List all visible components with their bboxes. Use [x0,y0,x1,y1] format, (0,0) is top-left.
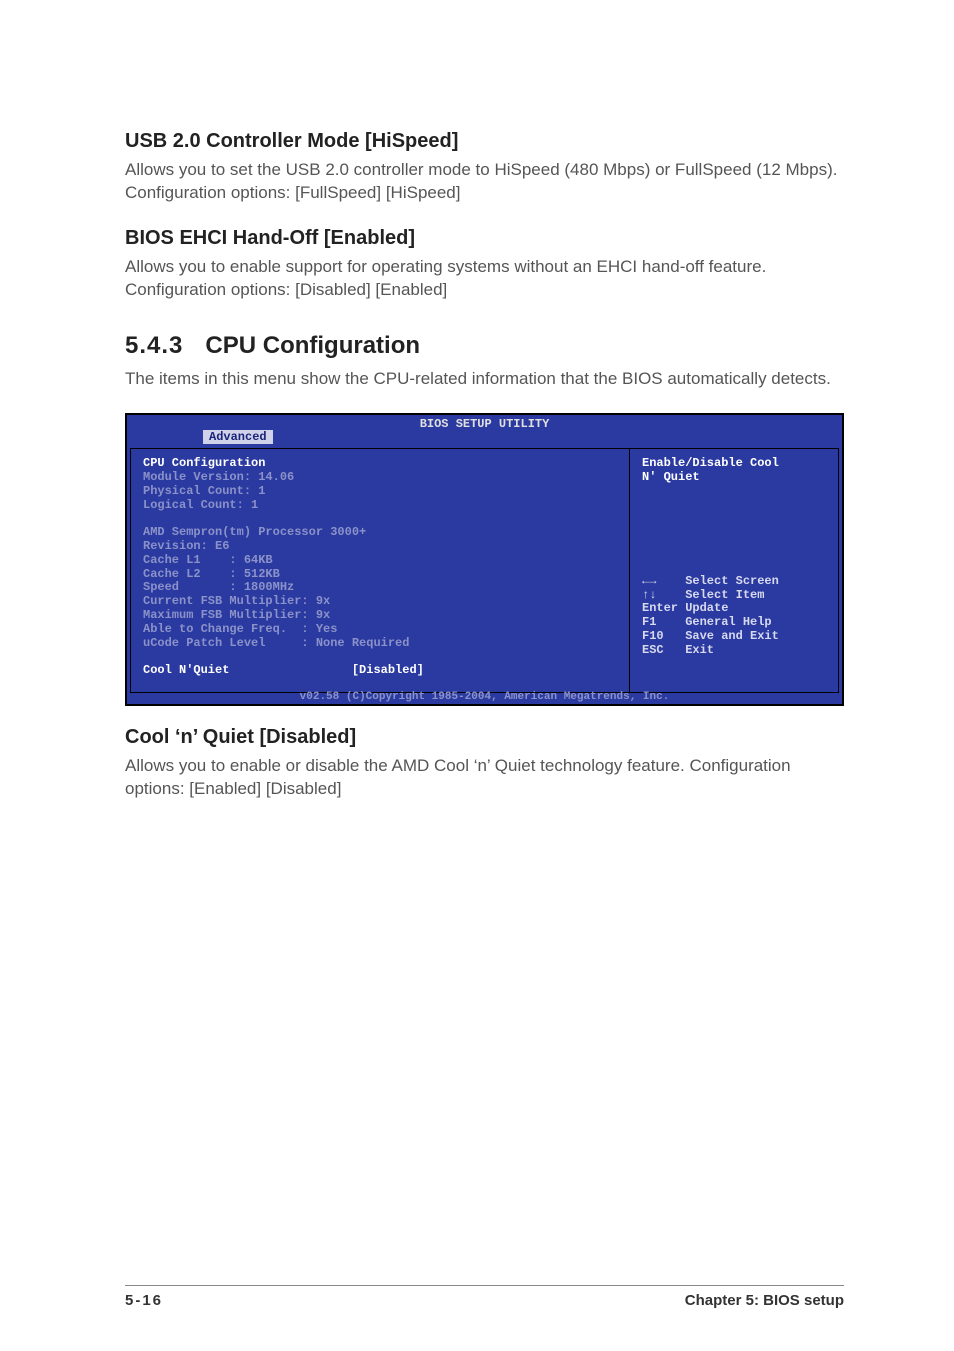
bios-physical-count: Physical Count: 1 [143,485,619,499]
chapter-label: Chapter 5: BIOS setup [685,1292,844,1309]
bios-title: BIOS SETUP UTILITY [127,415,842,432]
bios-key-select-screen: ←→ Select Screen [642,575,828,589]
bios-cache-l1: Cache L1 : 64KB [143,554,619,568]
bios-revision: Revision: E6 [143,540,619,554]
bios-processor: AMD Sempron(tm) Processor 3000+ [143,526,619,540]
bios-tab-advanced: Advanced [203,430,273,444]
bios-cpu-config-label: CPU Configuration [143,457,619,471]
bios-blank [143,650,619,664]
bios-screenshot: BIOS SETUP UTILITY Advanced CPU Configur… [125,413,844,706]
bios-left-pane: CPU Configuration Module Version: 14.06 … [131,449,630,692]
bios-help-line2: N' Quiet [642,471,828,485]
bios-cool-n-quiet-row: Cool N'Quiet [Disabled] [143,664,619,678]
section-number: 5.4.3 [125,332,183,360]
page-number: 5-16 [125,1292,163,1309]
page-footer: 5-16 Chapter 5: BIOS setup [125,1285,844,1309]
bios-help-line1: Enable/Disable Cool [642,457,828,471]
bios-logical-count: Logical Count: 1 [143,499,619,513]
usb-controller-body: Allows you to set the USB 2.0 controller… [125,159,844,205]
bios-max-fsb: Maximum FSB Multiplier: 9x [143,609,619,623]
cpu-config-heading: 5.4.3 CPU Configuration [125,332,844,360]
bios-blank [143,512,619,526]
cool-n-quiet-body: Allows you to enable or disable the AMD … [125,755,844,801]
bios-speed: Speed : 1800MHz [143,581,619,595]
bios-key-esc: ESC Exit [642,644,828,658]
bios-key-f10: F10 Save and Exit [642,630,828,644]
usb-controller-heading: USB 2.0 Controller Mode [HiSpeed] [125,130,844,153]
bios-spacer [642,485,828,575]
bios-copyright: v02.58 (C)Copyright 1985-2004, American … [127,691,842,704]
bios-key-select-item: ↑↓ Select Item [642,589,828,603]
bios-tab-row: Advanced [127,431,842,448]
bios-key-enter: Enter Update [642,602,828,616]
bios-cnq-value: [Disabled] [352,663,424,677]
bios-current-fsb: Current FSB Multiplier: 9x [143,595,619,609]
bios-right-pane: Enable/Disable Cool N' Quiet ←→ Select S… [630,449,838,692]
cpu-config-body: The items in this menu show the CPU-rela… [125,368,844,391]
bios-cache-l2: Cache L2 : 512KB [143,568,619,582]
bios-key-f1: F1 General Help [642,616,828,630]
bios-ucode: uCode Patch Level : None Required [143,637,619,651]
cool-n-quiet-heading: Cool ‘n’ Quiet [Disabled] [125,726,844,749]
bios-module-version: Module Version: 14.06 [143,471,619,485]
bios-cnq-label: Cool N'Quiet [143,663,229,677]
ehci-body: Allows you to enable support for operati… [125,256,844,302]
ehci-heading: BIOS EHCI Hand-Off [Enabled] [125,227,844,250]
section-title: CPU Configuration [205,332,420,359]
bios-change-freq: Able to Change Freq. : Yes [143,623,619,637]
